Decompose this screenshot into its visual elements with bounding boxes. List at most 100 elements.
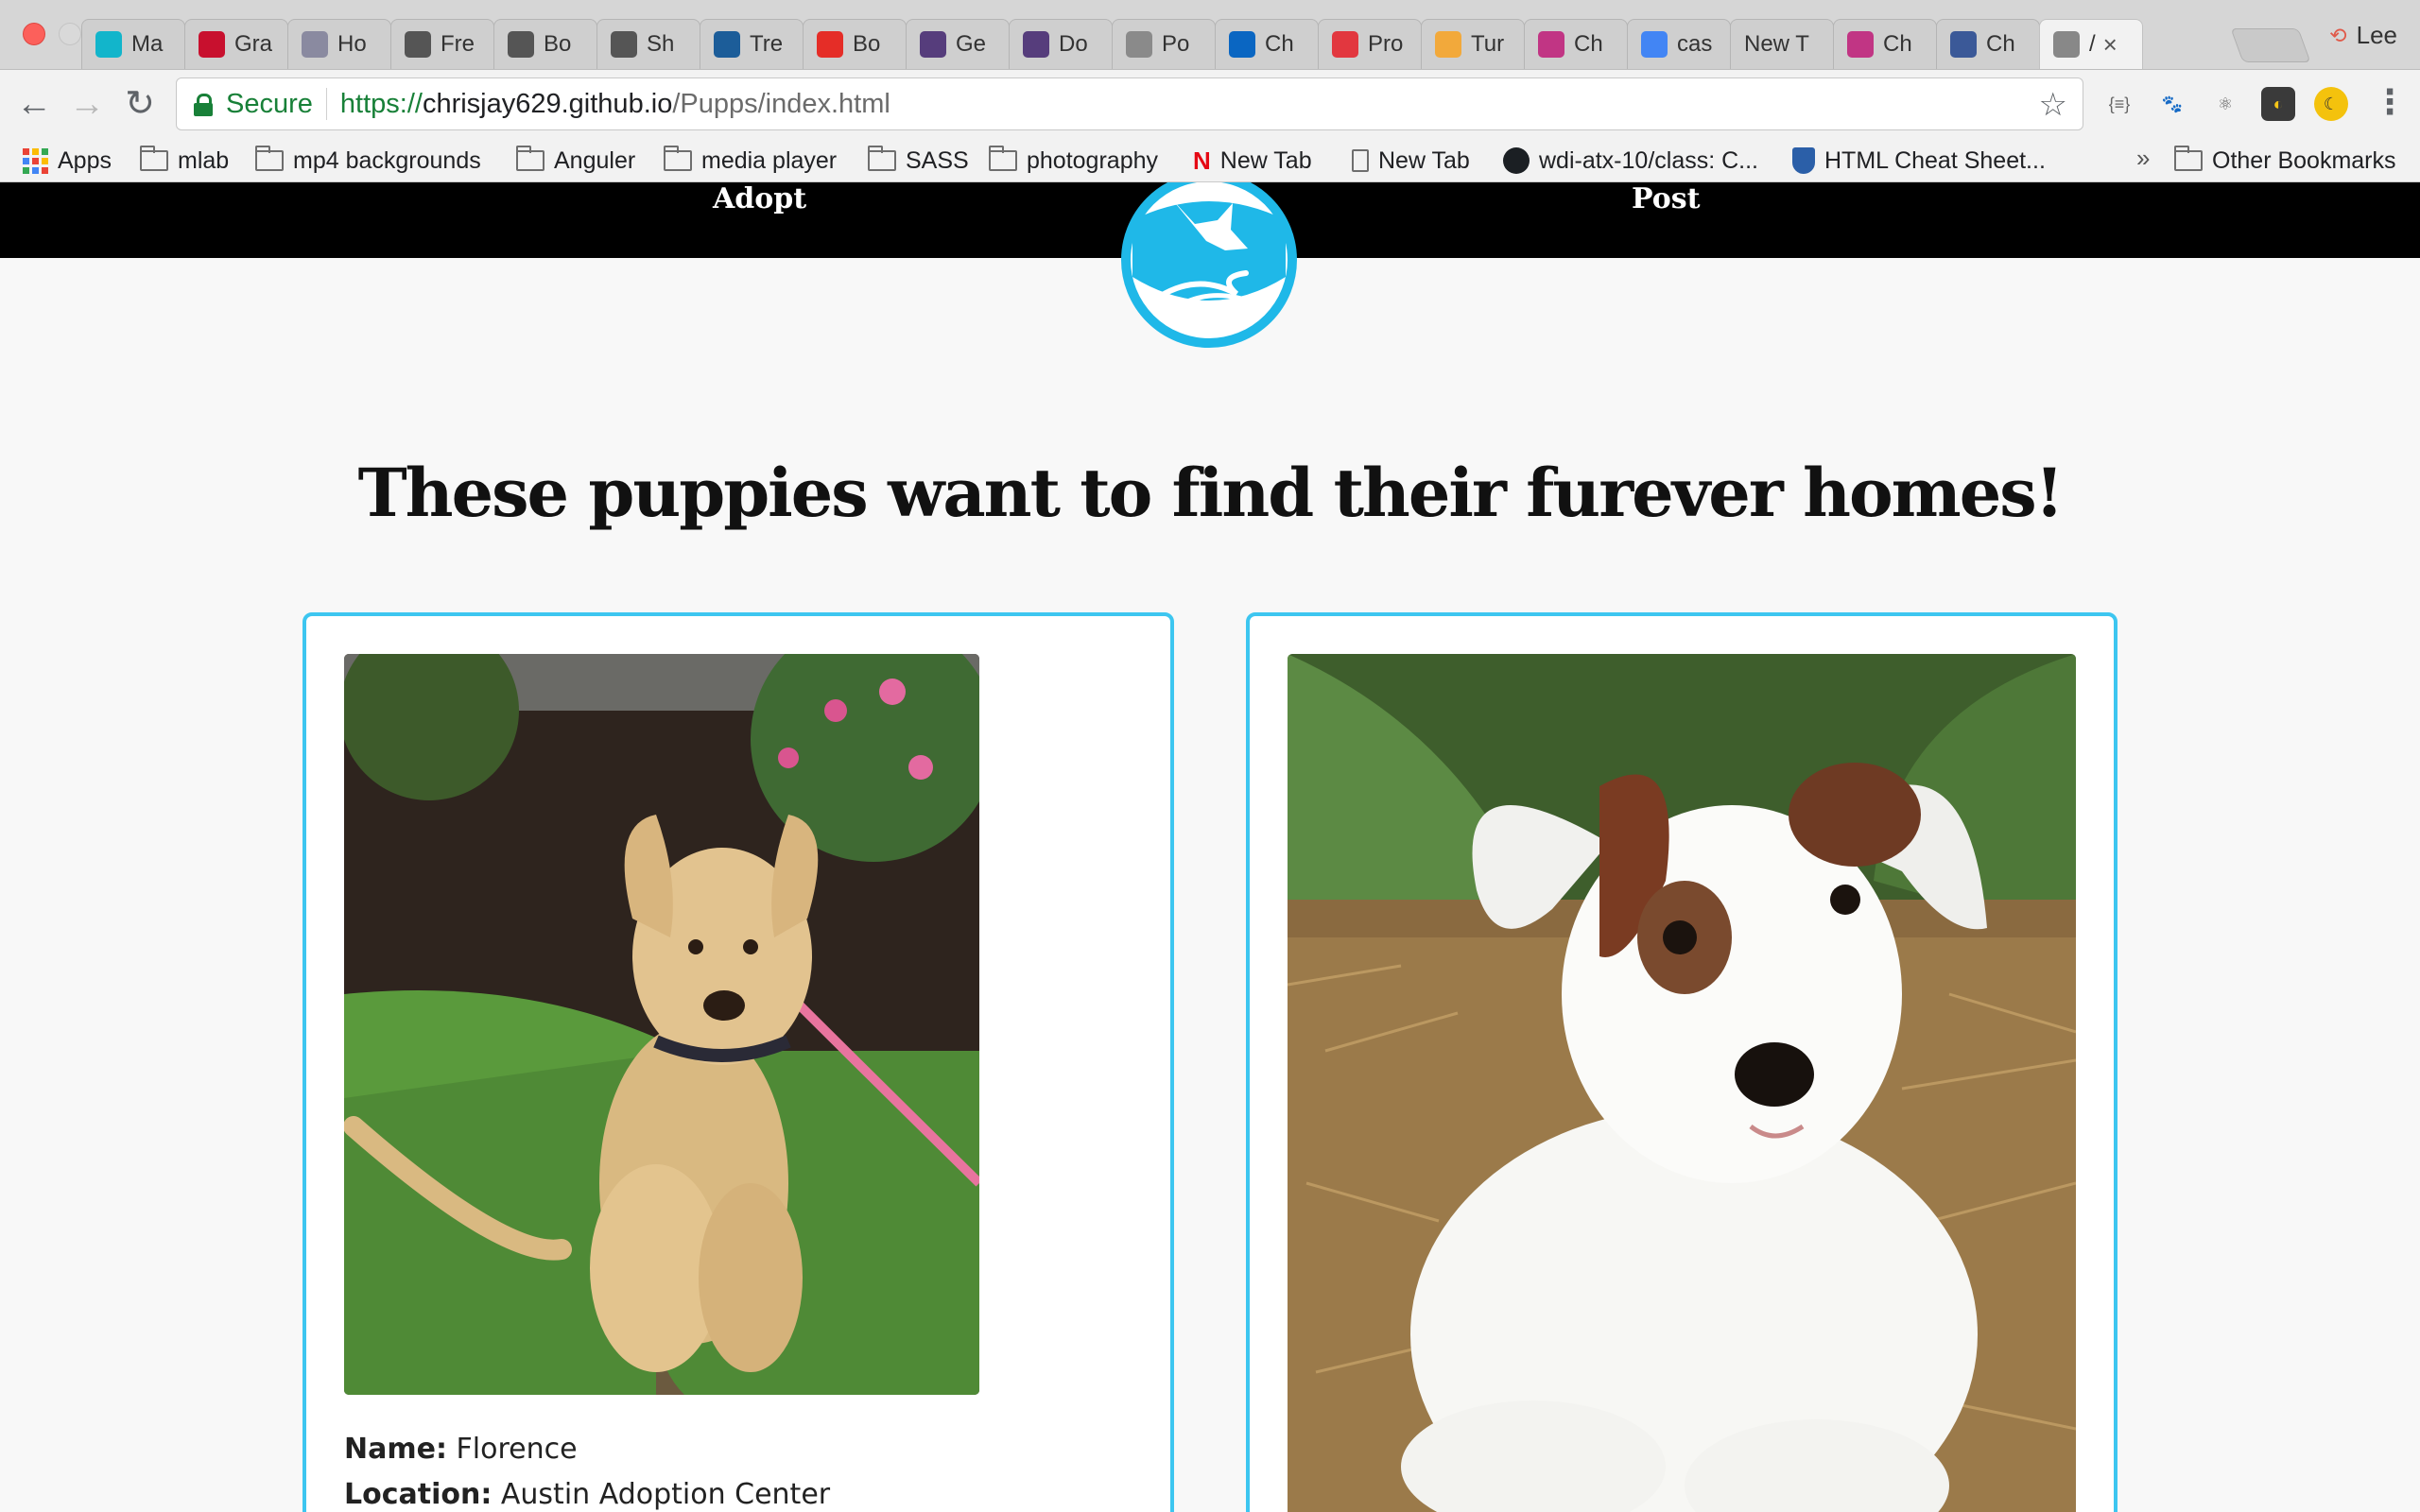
tab-3[interactable]: Ho — [287, 19, 391, 69]
bookmark-mp4-backgrounds[interactable]: mp4 backgrounds — [255, 144, 481, 178]
tab-label: Ch — [1883, 31, 1912, 57]
circle-c-icon — [95, 31, 122, 58]
document-icon — [2053, 31, 2080, 58]
tab-label: Fre — [441, 31, 475, 57]
tab-2[interactable]: Gra — [184, 19, 288, 69]
bookmark-label: media player — [701, 146, 838, 174]
react-icon[interactable]: ⚛ — [2208, 87, 2242, 121]
tab-16[interactable]: cas — [1627, 19, 1731, 69]
photo-icon[interactable]: ◐ — [2261, 87, 2295, 121]
profile-button[interactable]: ⟲ Lee — [2329, 21, 2397, 50]
puppy-photo — [1288, 654, 2076, 1512]
site-logo[interactable] — [1114, 182, 1305, 352]
tab-strip: Ma Gra Ho Fre Bo Sh Tre Bo Ge Do Po Ch Pro Tur Ch cas Ne… — [81, 9, 2307, 69]
minimize-window-button[interactable] — [59, 23, 81, 45]
json-viewer-icon[interactable]: {≡} — [2102, 87, 2136, 121]
ga-icon — [1332, 31, 1358, 58]
puppy-card[interactable]: Name: Florence Location: Austin Adoption… — [302, 612, 1174, 1512]
menu-icon[interactable]: ⋮ — [2373, 83, 2407, 121]
tab-17[interactable]: New T — [1730, 19, 1834, 69]
secure-label: Secure — [226, 88, 313, 119]
back-arrow-icon[interactable]: ← — [13, 83, 55, 125]
url-path: /Pupps/index.html — [672, 88, 890, 119]
tab-8[interactable]: Bo — [803, 19, 907, 69]
nav-adopt-link[interactable]: Adopt — [713, 182, 806, 215]
face-icon — [1126, 31, 1152, 58]
bookmark-mlab[interactable]: mlab — [140, 144, 229, 178]
tab-9[interactable]: Ge — [906, 19, 1010, 69]
bookmark-netflix-new-tab[interactable]: N New Tab — [1193, 144, 1312, 178]
puppy-photo — [344, 654, 979, 1395]
bookmark-label: photography — [1027, 146, 1159, 174]
folder-icon — [2174, 146, 2203, 171]
tab-label: Do — [1059, 31, 1088, 57]
tab-label: Po — [1162, 31, 1190, 57]
close-tab-icon[interactable]: × — [2103, 30, 2118, 60]
tab-14[interactable]: Tur — [1421, 19, 1525, 69]
other-bookmarks[interactable]: Other Bookmarks — [2174, 144, 2396, 178]
bookmarks-bar: Apps mlab mp4 backgrounds Anguler media … — [0, 140, 2420, 182]
youtube-icon — [817, 31, 843, 58]
nav-post-link[interactable]: Post — [1632, 182, 1701, 215]
reload-icon[interactable]: ↻ — [119, 83, 161, 125]
facebook-icon — [1950, 31, 1977, 58]
bookmark-photography[interactable]: photography — [989, 144, 1158, 178]
tab-1[interactable]: Ma — [81, 19, 185, 69]
puppy-location: Austin Adoption Center — [500, 1478, 831, 1511]
profile-name: Lee — [2356, 21, 2397, 49]
tab-20[interactable]: / × — [2039, 19, 2143, 69]
tab-10[interactable]: Do — [1009, 19, 1113, 69]
instagram-icon — [1538, 31, 1564, 58]
tab-label: Sh — [647, 31, 675, 57]
tab-11[interactable]: Po — [1112, 19, 1216, 69]
tab-label: Ma — [131, 31, 164, 57]
apps-grid-icon — [23, 147, 48, 174]
browser-toolbar: ← → ↻ Secure https://chrisjay629.github.… — [0, 70, 2420, 140]
bookmark-star-icon[interactable]: ☆ — [2039, 86, 2067, 124]
tab-label: Bo — [853, 31, 881, 57]
bookmark-github-class[interactable]: wdi-atx-10/class: C... — [1503, 144, 1758, 178]
bookmark-anguler[interactable]: Anguler — [516, 144, 635, 178]
close-window-button[interactable] — [23, 23, 45, 45]
bookmarks-overflow-chevron[interactable]: » — [2136, 144, 2150, 173]
bookmark-new-tab[interactable]: New Tab — [1352, 144, 1470, 178]
tab-19[interactable]: Ch — [1936, 19, 2040, 69]
robot-icon — [405, 31, 431, 58]
forward-arrow-icon[interactable]: → — [66, 83, 108, 125]
tab-label: / — [2089, 31, 2096, 57]
robot-icon — [611, 31, 637, 58]
tab-18[interactable]: Ch — [1833, 19, 1937, 69]
tab-4[interactable]: Fre — [390, 19, 494, 69]
folder-icon — [140, 146, 168, 171]
bookmark-sass[interactable]: SASS — [868, 144, 969, 178]
tab-6[interactable]: Sh — [596, 19, 700, 69]
tab-12[interactable]: Ch — [1215, 19, 1319, 69]
bookmark-label: HTML Cheat Sheet... — [1824, 146, 2046, 174]
tab-7[interactable]: Tre — [700, 19, 804, 69]
netflix-icon: N — [1193, 146, 1211, 175]
tab-label: cas — [1677, 31, 1713, 57]
tab-15[interactable]: Ch — [1524, 19, 1628, 69]
bookmark-label: mlab — [178, 146, 230, 174]
puppy-location-row: Location: Austin Adoption Center — [344, 1478, 830, 1511]
dog-icon[interactable]: 🐾 — [2155, 87, 2189, 121]
tab-5[interactable]: Bo — [493, 19, 597, 69]
omnibox-separator — [325, 88, 327, 120]
moon-icon[interactable]: ☾ — [2314, 87, 2348, 121]
new-tab-button[interactable] — [2230, 28, 2311, 62]
github-icon — [1503, 147, 1530, 174]
puppy-card[interactable] — [1246, 612, 2118, 1512]
bookmark-media-player[interactable]: media player — [664, 144, 837, 178]
bookmark-apps[interactable]: Apps — [23, 144, 112, 178]
name-label: Name: — [344, 1433, 447, 1466]
pinwheel-icon — [1435, 31, 1461, 58]
address-bar[interactable]: Secure https://chrisjay629.github.io/Pup… — [176, 77, 2083, 130]
letter-v-icon — [199, 31, 225, 58]
folder-icon — [255, 146, 284, 171]
puppy-name-row: Name: Florence — [344, 1433, 578, 1466]
bookmark-label: New Tab — [1378, 146, 1470, 174]
tab-13[interactable]: Pro — [1318, 19, 1422, 69]
bookmark-html-cheat-sheet[interactable]: HTML Cheat Sheet... — [1792, 144, 2046, 178]
tab-label: Gra — [234, 31, 273, 57]
tab-label: Tur — [1471, 31, 1505, 57]
